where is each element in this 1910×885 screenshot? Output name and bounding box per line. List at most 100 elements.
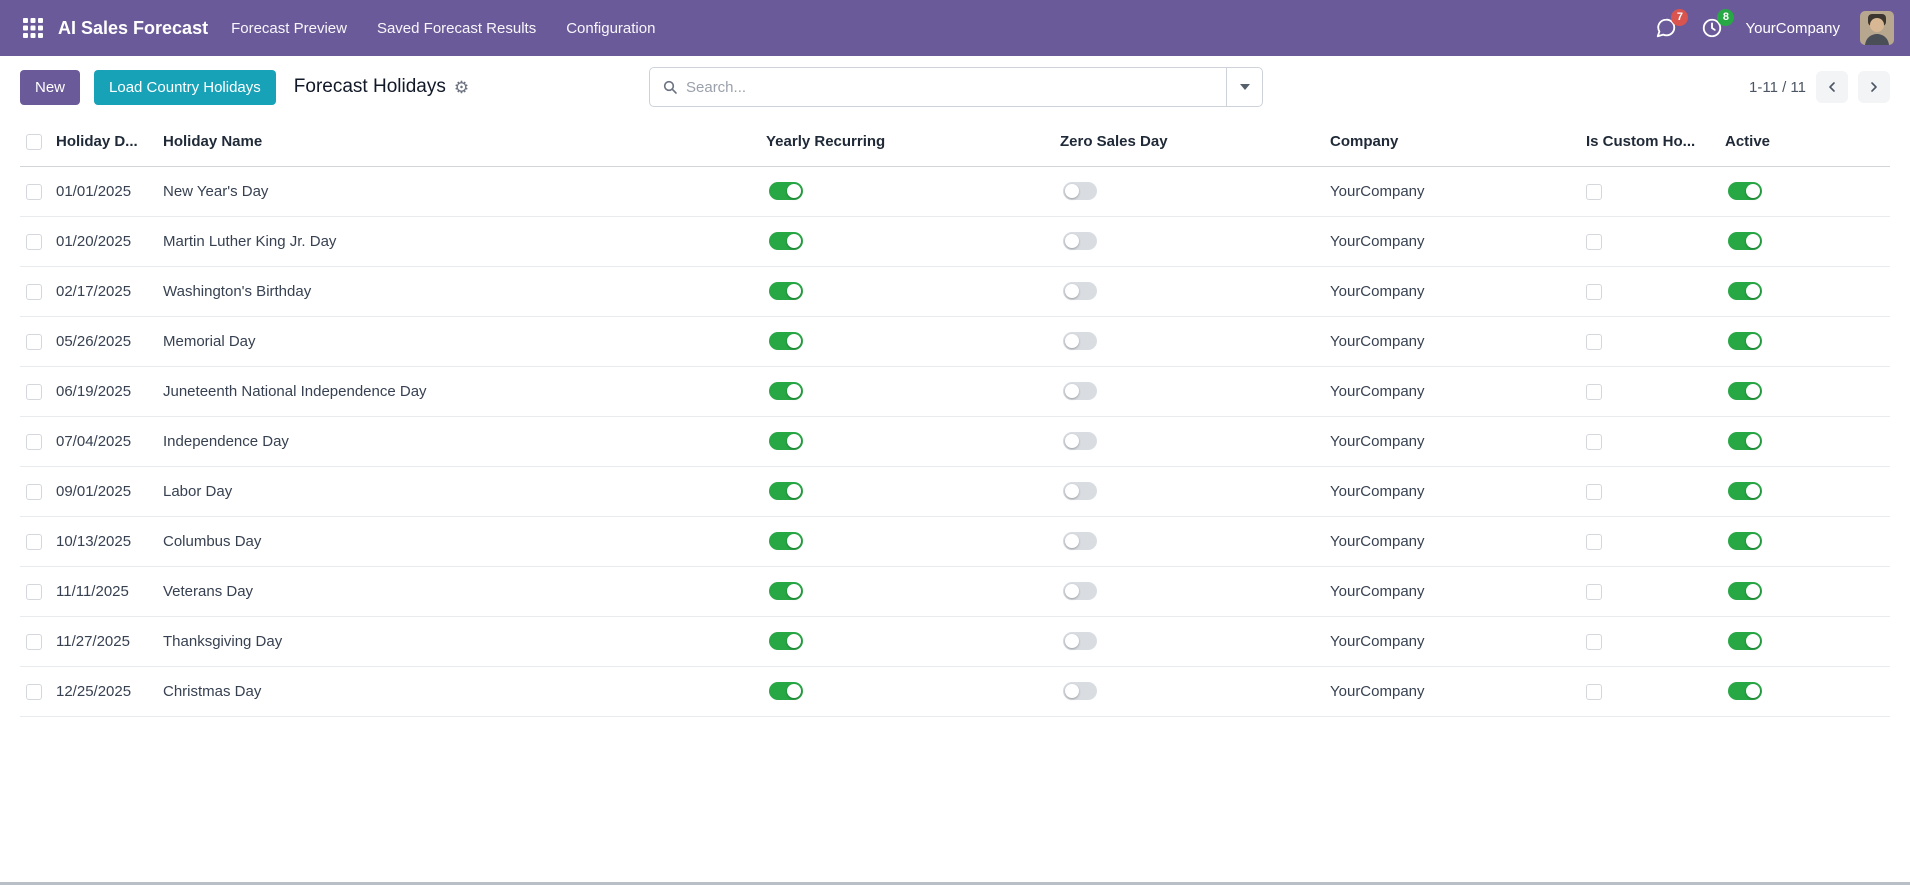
active-toggle[interactable] [1728,332,1762,351]
holiday-date-cell: 07/04/2025 [56,416,163,467]
new-button[interactable]: New [20,69,81,105]
active-toggle[interactable] [1728,532,1762,551]
active-toggle[interactable] [1728,282,1762,301]
zero-sales-day-toggle[interactable] [1063,232,1097,251]
row-checkbox[interactable] [26,483,42,500]
yearly-recurring-toggle[interactable] [769,332,803,351]
row-checkbox[interactable] [26,583,42,600]
holiday-date-cell: 01/01/2025 [56,166,163,217]
yearly-recurring-toggle[interactable] [769,382,803,401]
holiday-name-cell: Memorial Day [163,316,766,367]
yearly-recurring-toggle[interactable] [769,532,803,551]
row-checkbox[interactable] [26,283,42,300]
menu-saved-forecast-results[interactable]: Saved Forecast Results [364,11,549,46]
zero-sales-day-toggle[interactable] [1063,332,1097,351]
pager-next-button[interactable] [1858,71,1890,103]
table-row[interactable]: 12/25/2025 Christmas Day YourCompany [20,666,1890,717]
yearly-recurring-toggle[interactable] [769,582,803,601]
search-dropdown-toggle[interactable] [1226,68,1262,106]
table-row[interactable]: 11/11/2025 Veterans Day YourCompany [20,566,1890,617]
table-row[interactable]: 05/26/2025 Memorial Day YourCompany [20,316,1890,367]
active-toggle[interactable] [1728,182,1762,201]
company-cell: YourCompany [1330,616,1586,667]
is-custom-holiday-checkbox[interactable] [1586,483,1602,500]
chevron-left-icon [1829,82,1835,92]
is-custom-holiday-checkbox[interactable] [1586,233,1602,250]
row-checkbox[interactable] [26,233,42,250]
apps-grid-icon[interactable] [16,11,50,45]
column-header-holiday-name[interactable]: Holiday Name [163,118,766,167]
zero-sales-day-toggle[interactable] [1063,282,1097,301]
holiday-date-cell: 10/13/2025 [56,516,163,567]
active-toggle[interactable] [1728,482,1762,501]
zero-sales-day-toggle[interactable] [1063,532,1097,551]
column-header-company[interactable]: Company [1330,118,1586,167]
is-custom-holiday-checkbox[interactable] [1586,633,1602,650]
zero-sales-day-toggle[interactable] [1063,432,1097,451]
yearly-recurring-toggle[interactable] [769,232,803,251]
yearly-recurring-toggle[interactable] [769,682,803,701]
table-row[interactable]: 02/17/2025 Washington's Birthday YourCom… [20,266,1890,317]
table-row[interactable]: 06/19/2025 Juneteenth National Independe… [20,366,1890,417]
table-row[interactable]: 10/13/2025 Columbus Day YourCompany [20,516,1890,567]
active-toggle[interactable] [1728,432,1762,451]
gear-icon[interactable]: ⚙ [454,79,469,96]
menu-configuration[interactable]: Configuration [553,11,668,46]
table-row[interactable]: 01/20/2025 Martin Luther King Jr. Day Yo… [20,216,1890,267]
yearly-recurring-toggle[interactable] [769,632,803,651]
row-checkbox[interactable] [26,433,42,450]
search-input[interactable] [686,68,1226,106]
column-header-active[interactable]: Active [1725,118,1890,167]
user-avatar[interactable] [1860,11,1894,45]
active-toggle[interactable] [1728,232,1762,251]
is-custom-holiday-checkbox[interactable] [1586,433,1602,450]
table-row[interactable]: 07/04/2025 Independence Day YourCompany [20,416,1890,467]
row-checkbox[interactable] [26,183,42,200]
row-checkbox[interactable] [26,383,42,400]
messages-icon[interactable]: 7 [1653,9,1689,41]
activities-clock-icon[interactable]: 8 [1699,9,1735,41]
row-checkbox[interactable] [26,633,42,650]
zero-sales-day-toggle[interactable] [1063,682,1097,701]
zero-sales-day-toggle[interactable] [1063,182,1097,201]
is-custom-holiday-checkbox[interactable] [1586,183,1602,200]
active-toggle[interactable] [1728,582,1762,601]
holiday-name-cell: New Year's Day [163,166,766,217]
zero-sales-day-toggle[interactable] [1063,632,1097,651]
active-toggle[interactable] [1728,632,1762,651]
table-row[interactable]: 09/01/2025 Labor Day YourCompany [20,466,1890,517]
active-toggle[interactable] [1728,382,1762,401]
is-custom-holiday-checkbox[interactable] [1586,683,1602,700]
table-row[interactable]: 01/01/2025 New Year's Day YourCompany [20,166,1890,217]
is-custom-holiday-checkbox[interactable] [1586,383,1602,400]
yearly-recurring-toggle[interactable] [769,482,803,501]
company-switcher[interactable]: YourCompany [1745,20,1840,37]
menu-forecast-preview[interactable]: Forecast Preview [218,11,360,46]
is-custom-holiday-checkbox[interactable] [1586,583,1602,600]
zero-sales-day-toggle[interactable] [1063,582,1097,601]
column-header-zero-sales-day[interactable]: Zero Sales Day [1060,118,1330,167]
select-all-checkbox[interactable] [26,134,42,151]
holiday-name-cell: Columbus Day [163,516,766,567]
row-checkbox[interactable] [26,333,42,350]
zero-sales-day-toggle[interactable] [1063,482,1097,501]
row-checkbox[interactable] [26,683,42,700]
pager-previous-button[interactable] [1816,71,1848,103]
row-checkbox[interactable] [26,533,42,550]
app-name[interactable]: AI Sales Forecast [58,18,208,39]
pager: 1-11 / 11 [1749,71,1890,103]
column-header-is-custom-holiday[interactable]: Is Custom Ho... [1586,118,1725,167]
load-country-holidays-button[interactable]: Load Country Holidays [94,69,276,105]
is-custom-holiday-checkbox[interactable] [1586,333,1602,350]
yearly-recurring-toggle[interactable] [769,182,803,201]
column-header-holiday-date[interactable]: Holiday D... [56,118,163,167]
table-row[interactable]: 11/27/2025 Thanksgiving Day YourCompany [20,616,1890,667]
zero-sales-day-toggle[interactable] [1063,382,1097,401]
is-custom-holiday-checkbox[interactable] [1586,533,1602,550]
yearly-recurring-toggle[interactable] [769,282,803,301]
is-custom-holiday-checkbox[interactable] [1586,283,1602,300]
holiday-date-cell: 05/26/2025 [56,316,163,367]
column-header-yearly-recurring[interactable]: Yearly Recurring [766,118,1060,167]
yearly-recurring-toggle[interactable] [769,432,803,451]
active-toggle[interactable] [1728,682,1762,701]
